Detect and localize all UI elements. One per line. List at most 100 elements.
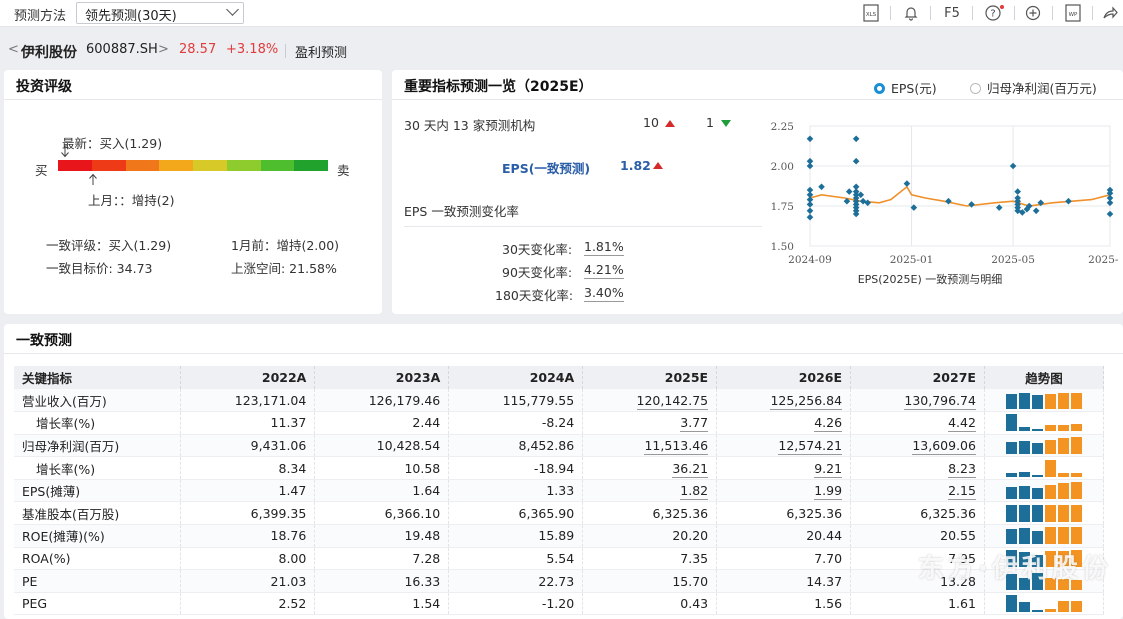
trend-bar (1057, 437, 1069, 454)
month-ago-rating: 1月前：增持(2.00) (231, 238, 340, 253)
stock-bar: < 伊利股份 600887.SH > 28.57 +3.18% 盈利预测 (0, 38, 1123, 62)
divider (1092, 6, 1093, 20)
change-90-label: 90天变化率: (502, 265, 573, 280)
cell-value: 36.21 (672, 460, 709, 478)
excel-export-icon[interactable]: XLS (860, 3, 882, 23)
cell-value: 16.33 (404, 573, 441, 589)
table-cell: 9,431.06 (180, 434, 316, 458)
col-header[interactable]: 2024A (448, 366, 584, 389)
table-cell: 18.76 (180, 524, 316, 548)
cell-value: 125,256.84 (770, 392, 843, 410)
divider (890, 6, 891, 20)
cell-value: 8.00 (278, 550, 307, 566)
cell-value: 9.21 (814, 460, 843, 478)
col-header[interactable]: 2027E (850, 366, 985, 389)
table-row: 基准股本(百万股) 6,399.35 6,366.10 6,365.90 6,325.3… (14, 501, 1105, 526)
trend-bar (1070, 527, 1082, 545)
sell-label: 卖 (337, 163, 350, 178)
chevron-right-icon[interactable]: > (158, 42, 169, 57)
rating-bar-segment (58, 160, 92, 171)
table-cell: 130,796.74 (850, 389, 985, 413)
eps-forecast-chart: 2.25 2.00 1.75 1.502024-09 2025-01 2025-05 202… (771, 121, 1119, 286)
col-header[interactable]: 2022A (180, 366, 316, 389)
rating-bar-segment (226, 160, 261, 171)
cell-value: 20.20 (672, 528, 709, 544)
trend-bar (1005, 487, 1017, 500)
table-cell: 4.26 (716, 411, 852, 435)
change-30-value: 1.81% (584, 239, 624, 256)
trend-cell (984, 456, 1105, 480)
trend-bar (1070, 424, 1082, 432)
table-cell: 5.54 (448, 547, 584, 571)
table-cell: 2.15 (850, 479, 985, 503)
eps-radio[interactable]: EPS(元) (874, 78, 937, 97)
rating-bar-segment (125, 160, 160, 171)
trend-bar (1031, 610, 1043, 613)
trend-bar (1005, 472, 1017, 477)
forecast-point (806, 135, 814, 143)
col-header[interactable]: 2023A (314, 366, 450, 389)
table-cell: 2.44 (314, 411, 450, 435)
svg-text:?: ? (990, 9, 995, 20)
table-cell: 115,779.55 (448, 389, 584, 413)
rating-bar-segment (159, 160, 193, 171)
trend-bar (1070, 392, 1082, 409)
table-row: PEG 2.52 1.54 -1.20 0.43 1.56 1.61 (14, 592, 1105, 616)
back-chevron-icon[interactable]: < (8, 42, 19, 57)
stock-price: 28.57 (179, 42, 217, 57)
radio-selected-icon (874, 83, 885, 94)
table-cell: 126,179.46 (314, 389, 450, 413)
refresh-f5-button[interactable]: F5 (940, 3, 964, 23)
add-icon[interactable] (1022, 3, 1044, 23)
cell-value: 2.52 (278, 596, 307, 612)
triangle-up-icon (665, 120, 675, 127)
trend-bar (1044, 459, 1056, 477)
table-cell: 7.70 (716, 547, 852, 571)
trend-bar (1031, 488, 1043, 500)
target-price: 一致目标价: 34.73 (46, 261, 153, 276)
table-cell: 6,325.36 (716, 501, 852, 526)
table-cell: 21.03 (180, 569, 316, 593)
help-icon[interactable]: ? (982, 3, 1008, 23)
trend-bar (1031, 474, 1043, 477)
cell-value: -18.94 (533, 460, 575, 476)
trend-bar (1057, 392, 1069, 409)
chevron-down-icon (226, 3, 239, 16)
table-row: 增长率(%) 11.37 2.44 -8.24 3.77 4.26 4.42 (14, 411, 1105, 435)
table-cell: 6,399.35 (180, 501, 316, 526)
col-header: 关键指标 (14, 366, 182, 389)
trend-bar (1005, 504, 1017, 522)
divider (285, 44, 286, 58)
col-header[interactable]: 2026E (716, 366, 852, 389)
cell-value: 6,399.35 (250, 505, 307, 521)
divider (392, 99, 1123, 100)
trend-bar (1018, 392, 1030, 409)
forecast-point (968, 201, 975, 208)
cell-value: 6,366.10 (384, 505, 441, 521)
method-select[interactable]: 领先预测(30天) (76, 2, 244, 24)
cell-value: 8,452.86 (518, 437, 575, 453)
cell-value: 20.55 (940, 528, 976, 544)
forecast-point (806, 207, 814, 215)
trend-bar (1044, 485, 1056, 500)
table-cell: 1.64 (314, 479, 450, 503)
table-row: EPS(摊薄) 1.47 1.64 1.33 1.82 1.99 2.15 (14, 479, 1105, 503)
stock-name[interactable]: 伊利股份 (21, 42, 77, 62)
x-tick-label: 2025-01 (890, 254, 934, 266)
change-180-value: 3.40% (584, 285, 624, 302)
cell-value: 3.77 (680, 415, 709, 433)
x-tick-label: 2025-05 (991, 254, 1035, 266)
up-count: 10 (643, 115, 659, 130)
trend-bar (1057, 425, 1069, 432)
col-header[interactable]: 2025E (582, 366, 718, 389)
table-cell: 7.28 (314, 547, 450, 571)
bell-icon[interactable] (900, 3, 922, 23)
trend-bar (1070, 436, 1082, 454)
row-label: 基准股本(百万股) (14, 501, 182, 526)
word-export-icon[interactable]: WP (1062, 3, 1084, 23)
share-icon[interactable] (1100, 3, 1120, 23)
profit-radio[interactable]: 归母净利润(百万元) (970, 78, 1097, 97)
cell-value: 130,796.74 (904, 392, 976, 410)
table-cell: -8.24 (448, 411, 584, 435)
x-tick-label: 2024-09 (788, 254, 832, 266)
